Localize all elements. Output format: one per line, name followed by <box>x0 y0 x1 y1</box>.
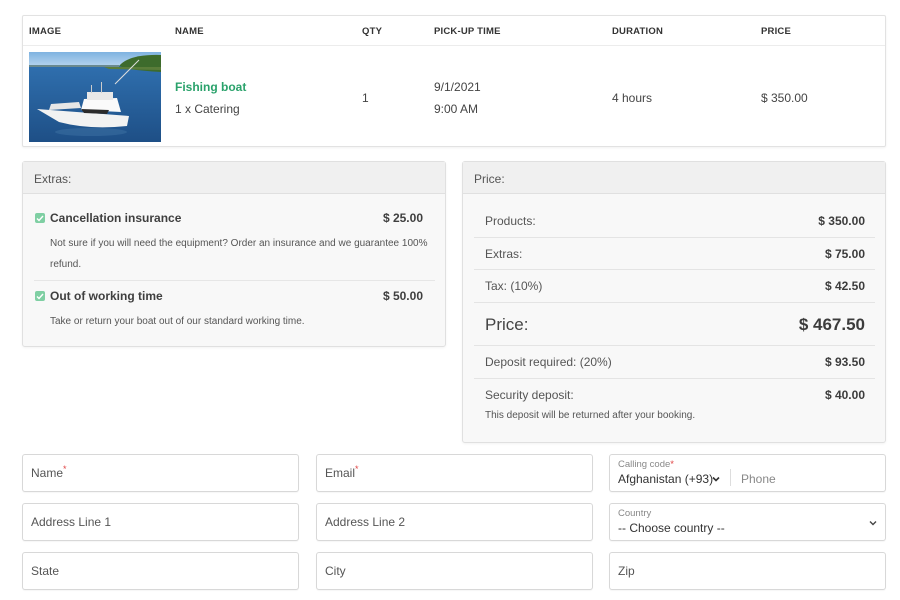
price-label: Security deposit: <box>485 388 574 402</box>
out-of-working-time-checkbox[interactable] <box>35 291 45 301</box>
zip-placeholder: Zip <box>618 564 635 578</box>
price-value: $ 350.00 <box>818 214 865 228</box>
address-line-1-placeholder: Address Line 1 <box>31 515 112 529</box>
pickup-time: 9:00 AM <box>434 102 479 116</box>
price-label: Deposit required: (20%) <box>485 355 612 369</box>
phone-input[interactable]: Phone <box>741 472 776 486</box>
chevron-down-icon <box>869 521 877 526</box>
extras-panel-title: Extras: <box>23 162 445 194</box>
cancellation-insurance-checkbox[interactable] <box>35 213 45 223</box>
extra-description: Not sure if you will need the equipment?… <box>50 238 428 270</box>
product-qty: 1 <box>362 91 369 105</box>
address-line-2-field[interactable]: Address Line 2 <box>316 503 593 541</box>
extra-price: $ 25.00 <box>382 211 423 225</box>
column-header-duration: DURATION <box>612 26 664 37</box>
boat-image <box>29 52 161 142</box>
column-header-price: PRICE <box>761 26 792 37</box>
required-marker: * <box>670 459 674 470</box>
extra-description: Take or return your boat out of our stan… <box>50 316 305 327</box>
pickup-date: 9/1/2021 <box>434 80 481 94</box>
divider <box>730 469 731 486</box>
country-selected-value: -- Choose country -- <box>618 521 725 535</box>
name-field[interactable]: Name* <box>22 454 299 492</box>
extra-title: Cancellation insurance <box>50 211 182 225</box>
calling-code-label: Calling code <box>618 459 671 470</box>
price-row-security-deposit: Security deposit: $ 40.00 <box>474 379 875 409</box>
extra-price: $ 50.00 <box>382 289 423 303</box>
zip-field[interactable]: Zip <box>609 552 886 590</box>
price-row-extras: Extras: $ 75.00 <box>474 238 875 270</box>
order-summary-table: IMAGE NAME QTY PICK-UP TIME DURATION PRI… <box>22 15 886 147</box>
address-line-2-placeholder: Address Line 2 <box>325 515 406 529</box>
price-row-tax: Tax: (10%) $ 42.50 <box>474 270 875 303</box>
phone-field-group: Calling code* Afghanistan (+93) Phone <box>609 454 886 492</box>
chevron-down-icon[interactable] <box>711 475 721 483</box>
column-header-pickup-time: PICK-UP TIME <box>434 26 501 37</box>
total-price-label: Price: <box>485 315 529 334</box>
price-value: $ 93.50 <box>824 355 865 369</box>
divider <box>34 280 435 281</box>
table-header: IMAGE NAME QTY PICK-UP TIME DURATION PRI… <box>23 16 885 46</box>
check-icon <box>36 215 44 222</box>
name-placeholder: Name <box>31 466 64 480</box>
price-panel-title: Price: <box>463 162 885 194</box>
security-deposit-note: This deposit will be returned after your… <box>485 410 696 421</box>
price-row-products: Products: $ 350.00 <box>474 205 875 238</box>
email-field[interactable]: Email* <box>316 454 593 492</box>
price-row-deposit: Deposit required: (20%) $ 93.50 <box>474 346 875 379</box>
state-placeholder: State <box>31 564 60 578</box>
required-marker: * <box>63 464 67 474</box>
calling-code-select[interactable]: Afghanistan (+93) <box>618 472 713 486</box>
extra-title: Out of working time <box>50 289 163 303</box>
product-name-link[interactable]: Fishing boat <box>175 80 246 94</box>
price-value: $ 40.00 <box>824 388 865 402</box>
check-icon <box>36 293 44 300</box>
price-label: Extras: <box>485 247 523 261</box>
state-field[interactable]: State <box>22 552 299 590</box>
product-price: $ 350.00 <box>761 91 808 105</box>
email-placeholder: Email <box>325 466 356 480</box>
price-label: Tax: (10%) <box>485 279 543 293</box>
price-row-total: Price: $ 467.50 <box>474 303 875 346</box>
total-price-value: $ 467.50 <box>798 315 865 334</box>
price-value: $ 75.00 <box>824 247 865 261</box>
product-extras-line: 1 x Catering <box>175 102 240 116</box>
country-label: Country <box>618 508 652 519</box>
column-header-qty: QTY <box>362 26 383 37</box>
price-panel: Price: Products: $ 350.00 Extras: $ 75.0… <box>462 161 886 443</box>
city-placeholder: City <box>325 564 346 578</box>
rental-duration: 4 hours <box>612 91 653 105</box>
column-header-name: NAME <box>175 26 204 37</box>
table-row: Fishing boat 1 x Catering 1 9/1/2021 9:0… <box>23 47 885 147</box>
country-select[interactable]: Country -- Choose country -- <box>609 503 886 541</box>
price-label: Products: <box>485 214 536 228</box>
price-value: $ 42.50 <box>824 279 865 293</box>
required-marker: * <box>355 464 359 474</box>
extras-panel: Extras: Cancellation insurance $ 25.00 N… <box>22 161 446 347</box>
address-line-1-field[interactable]: Address Line 1 <box>22 503 299 541</box>
city-field[interactable]: City <box>316 552 593 590</box>
column-header-image: IMAGE <box>29 26 62 37</box>
